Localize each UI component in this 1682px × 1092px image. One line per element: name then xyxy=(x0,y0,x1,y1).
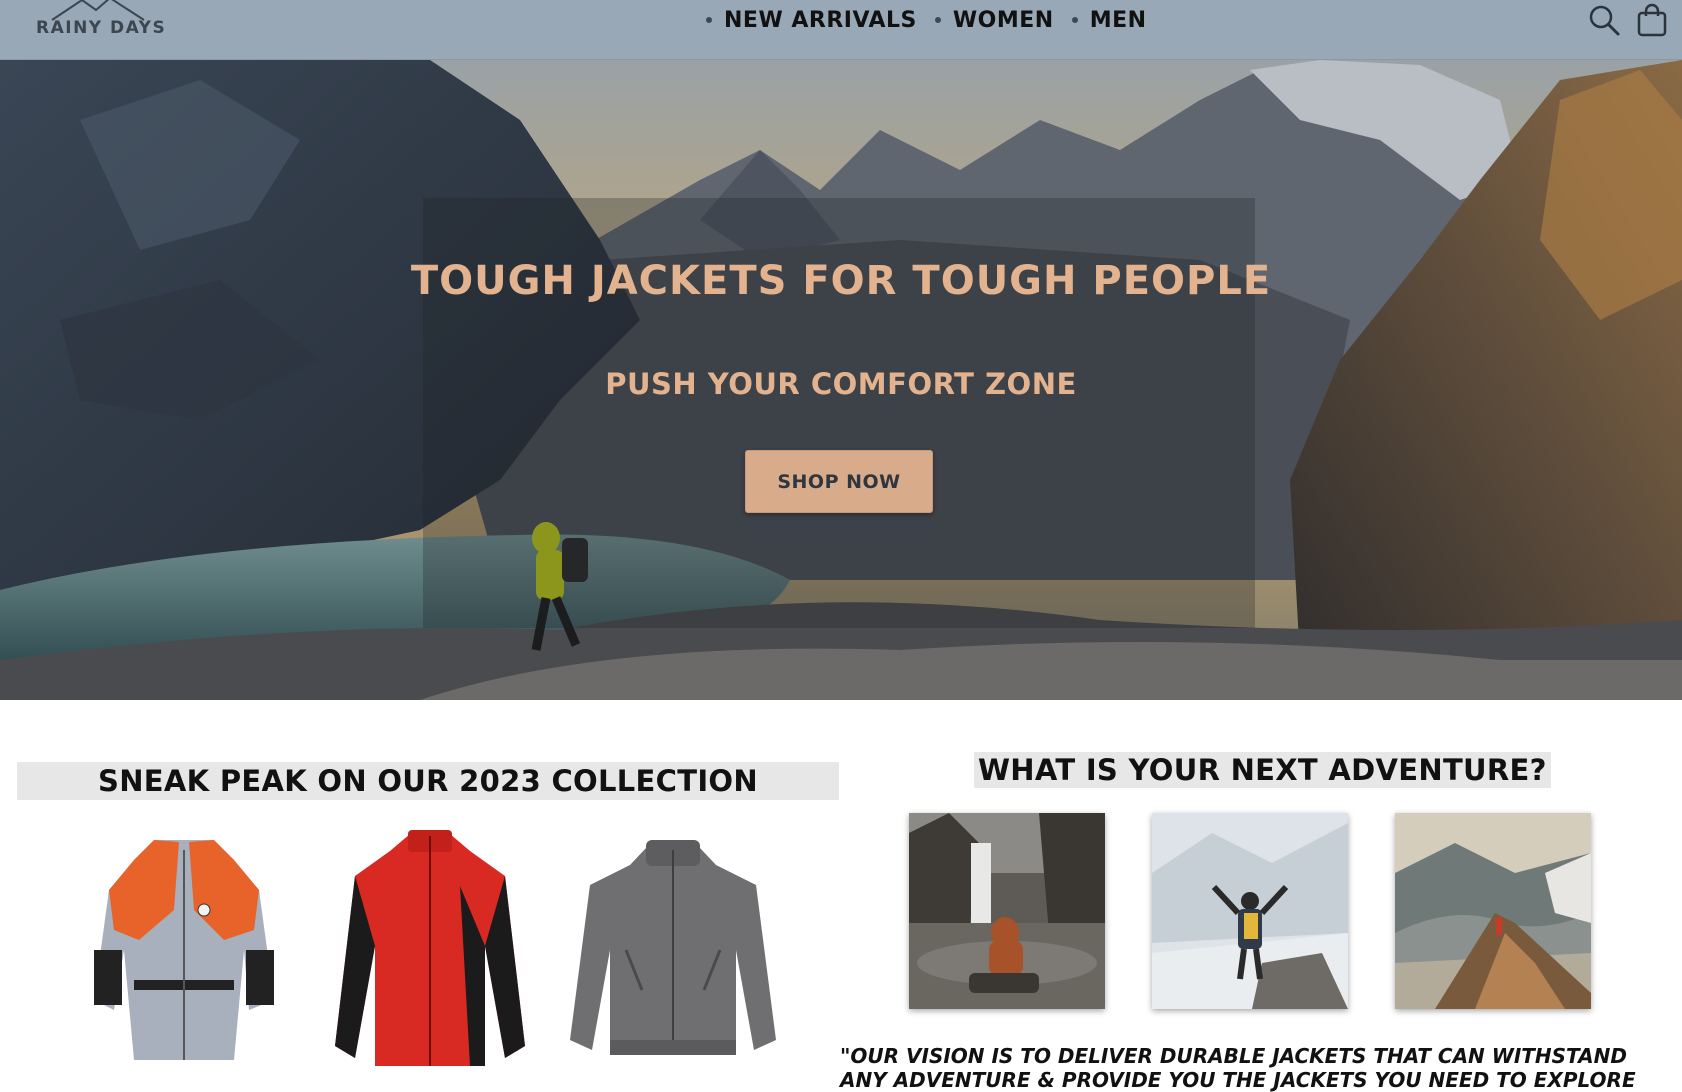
nav-item-new-arrivals[interactable]: NEW ARRIVALS xyxy=(706,8,917,33)
site-logo[interactable]: RAINY DAYS xyxy=(28,0,168,46)
grey-bomber-jacket-image[interactable] xyxy=(566,840,780,1070)
vision-statement: "OUR VISION IS TO DELIVER DURABLE JACKET… xyxy=(840,1044,1636,1092)
shop-now-button[interactable]: SHOP NOW xyxy=(745,450,933,513)
search-icon[interactable] xyxy=(1586,2,1622,38)
waterfall-adventure-photo[interactable] xyxy=(909,813,1105,1009)
mountain-ridge-adventure-photo[interactable] xyxy=(1395,813,1591,1009)
nav-label-new-arrivals: NEW ARRIVALS xyxy=(724,7,917,33)
adventure-heading-text: WHAT IS YOUR NEXT ADVENTURE? xyxy=(978,753,1547,787)
main-nav: NEW ARRIVALS WOMEN MEN xyxy=(706,4,1165,36)
nav-item-men[interactable]: MEN xyxy=(1071,7,1147,33)
adventure-heading: WHAT IS YOUR NEXT ADVENTURE? xyxy=(974,752,1551,788)
nav-item-women[interactable]: WOMEN xyxy=(934,7,1054,33)
hero-banner: TOUGH JACKETS FOR TOUGH PEOPLE PUSH YOUR… xyxy=(0,60,1682,700)
collection-heading: SNEAK PEAK ON OUR 2023 COLLECTION xyxy=(17,762,839,800)
nav-bullet xyxy=(1071,17,1078,23)
orange-grey-jacket-image[interactable] xyxy=(84,830,284,1070)
site-header: RAINY DAYS NEW ARRIVALS WOMEN MEN xyxy=(0,0,1682,60)
snowy-summit-adventure-photo[interactable] xyxy=(1152,813,1348,1009)
collection-heading-text: SNEAK PEAK ON OUR 2023 COLLECTION xyxy=(98,764,758,798)
logo-text: RAINY DAYS xyxy=(36,18,167,38)
red-black-jacket-image[interactable] xyxy=(320,826,540,1076)
hero-subtitle: PUSH YOUR COMFORT ZONE xyxy=(605,367,1077,401)
nav-bullet xyxy=(706,17,712,23)
nav-label-women: WOMEN xyxy=(952,7,1054,33)
nav-bullet xyxy=(934,17,941,23)
shop-now-label: SHOP NOW xyxy=(777,470,901,493)
shopping-bag-icon[interactable] xyxy=(1634,2,1670,38)
hero-title: TOUGH JACKETS FOR TOUGH PEOPLE xyxy=(410,258,1272,304)
nav-label-men: MEN xyxy=(1089,7,1147,33)
